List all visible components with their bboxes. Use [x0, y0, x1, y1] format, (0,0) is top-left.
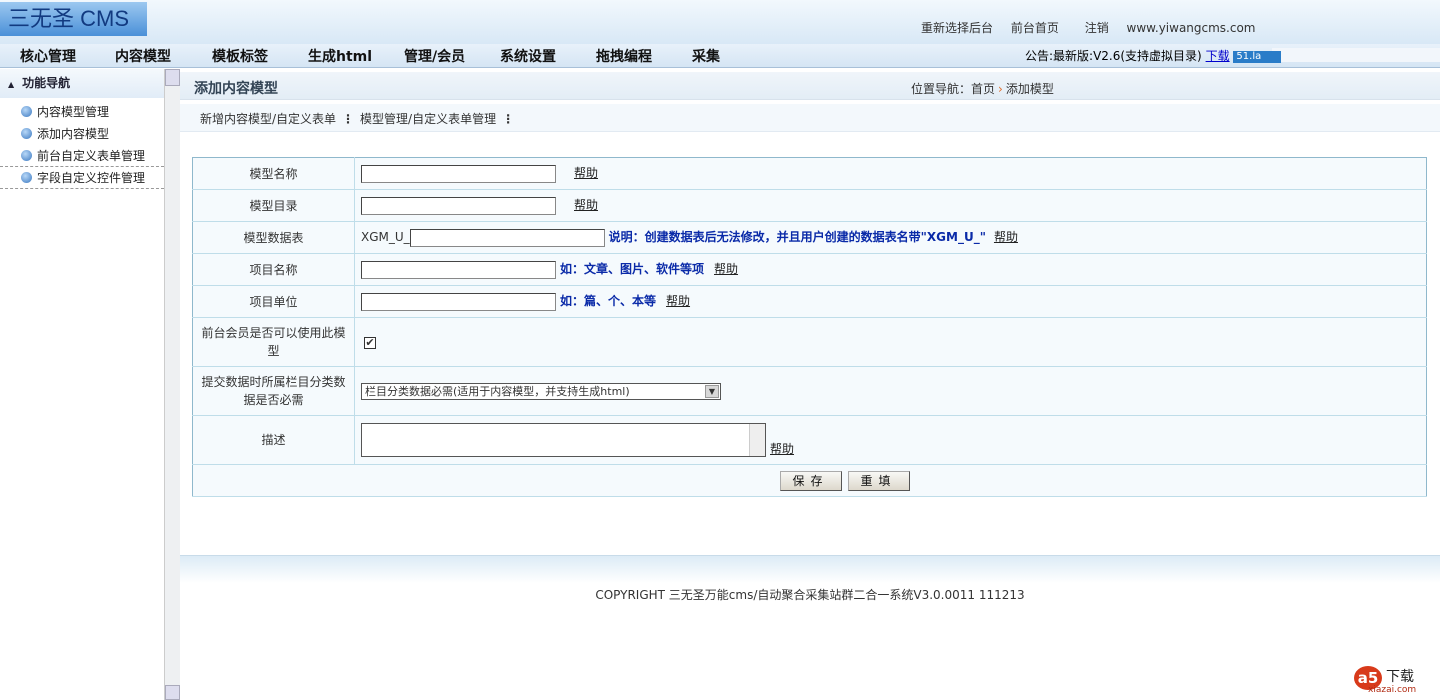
breadcrumb: 位置导航：首页 › 添加模型 [911, 82, 1054, 96]
form-actions: 保存 重填 [192, 464, 1427, 497]
site-link[interactable]: www.yiwangcms.com [1127, 21, 1256, 35]
item-name-input[interactable] [361, 260, 556, 279]
sidebar-item-add-model[interactable]: 添加内容模型 [0, 123, 164, 145]
save-button[interactable]: 保存 [779, 470, 842, 491]
member-use-checkbox[interactable]: ✔ [364, 337, 376, 349]
sidebar-header[interactable]: ▲ 功能导航 [0, 69, 164, 98]
description-textarea[interactable] [361, 422, 766, 457]
help-link[interactable]: 帮助 [994, 230, 1018, 244]
chevron-right-icon: › [998, 82, 1003, 96]
textarea-scrollbar[interactable] [749, 423, 765, 456]
main-nav: 核心管理 内容模型 模板标签 生成html 管理/会员 系统设置 拖拽编程 采集… [0, 44, 1440, 68]
help-link[interactable]: 帮助 [574, 198, 598, 212]
nav-generate-html[interactable]: 生成html [308, 46, 372, 66]
sub-nav: 新增内容模型/自定义表单 ⋮ 模型管理/自定义表单管理 ⋮ [180, 104, 1440, 132]
model-name-input[interactable] [361, 164, 556, 183]
logout-link[interactable]: 注销 [1085, 21, 1109, 35]
help-link[interactable]: 帮助 [666, 294, 690, 308]
category-required-select[interactable]: 栏目分类数据必需(适用于内容模型，并支持生成html) ▼ [361, 382, 721, 400]
nav-manage-members[interactable]: 管理/会员 [404, 46, 465, 66]
frontend-home-link[interactable]: 前台首页 [1011, 21, 1059, 35]
sidebar: ▲ 功能导航 内容模型管理 添加内容模型 前台自定义表单管理 字段自定义控件管理 [0, 69, 164, 700]
switch-backend-link[interactable]: 重新选择后台 [921, 21, 993, 35]
stats-badge[interactable]: 51.la [1233, 50, 1282, 63]
nav-content-model[interactable]: 内容模型 [115, 46, 171, 66]
top-links: 重新选择后台 前台首页 注销 www.yiwangcms.com [921, 19, 1270, 36]
bullet-icon [21, 150, 32, 161]
dropdown-arrow-icon: ▼ [705, 384, 719, 398]
scroll-up-button[interactable] [165, 69, 180, 86]
subnav-model-manage[interactable]: 模型管理/自定义表单管理 [360, 112, 496, 126]
form-row: 项目单位 如：篇、个、本等 帮助 [192, 285, 1427, 318]
page-header: 添加内容模型 位置导航：首页 › 添加模型 [180, 72, 1440, 100]
logo: 三无圣 CMS [0, 2, 147, 36]
breadcrumb-home[interactable]: 首页 [971, 82, 995, 96]
reset-button[interactable]: 重填 [847, 470, 910, 491]
bullet-icon [21, 128, 32, 139]
form-row: 前台会员是否可以使用此模型 ✔ [192, 317, 1427, 367]
subnav-add-model[interactable]: 新增内容模型/自定义表单 [200, 112, 336, 126]
help-link[interactable]: 帮助 [714, 262, 738, 276]
form-row: 提交数据时所属栏目分类数据是否必需 栏目分类数据必需(适用于内容模型，并支持生成h… [192, 366, 1427, 416]
sidebar-item-field-control[interactable]: 字段自定义控件管理 [0, 167, 164, 189]
help-link[interactable]: 帮助 [574, 166, 598, 180]
bullet-icon [21, 172, 32, 183]
notice: 公告:最新版:V2.6(支持虚拟目录) 下载 51.la [1025, 47, 1282, 64]
nav-settings[interactable]: 系统设置 [500, 46, 556, 66]
model-dir-input[interactable] [361, 196, 556, 215]
item-unit-input[interactable] [361, 292, 556, 311]
model-table-input[interactable] [409, 228, 605, 247]
triangle-up-icon: ▲ [8, 80, 15, 89]
bullet-icon [21, 106, 32, 117]
form-row: 模型数据表 XGM_U_ 说明：创建数据表后无法修改，并且用户创建的数据表名带"XG… [192, 221, 1427, 254]
watermark-logo: a5 下载 xiazai.com [1354, 664, 1434, 696]
nav-template-tags[interactable]: 模板标签 [212, 46, 268, 66]
nav-collect[interactable]: 采集 [692, 46, 720, 66]
download-link[interactable]: 下载 [1206, 49, 1230, 63]
sidebar-item-custom-form[interactable]: 前台自定义表单管理 [0, 145, 164, 167]
nav-drag-programming[interactable]: 拖拽编程 [596, 46, 652, 66]
form-row: 描述 帮助 [192, 415, 1427, 465]
add-model-form: 模型名称 帮助 模型目录 帮助 模型数据表 XGM_U_ 说明：创建数据表后无法修改，并… [192, 157, 1427, 497]
form-row: 模型名称 帮助 [192, 157, 1427, 190]
help-link[interactable]: 帮助 [770, 442, 794, 456]
copyright: COPYRIGHT 三无圣万能cms/自动聚合采集站群二合一系统V3.0.001… [595, 588, 1025, 602]
footer-band [180, 555, 1440, 583]
sidebar-scrollbar[interactable] [164, 69, 180, 700]
page-title: 添加内容模型 [194, 81, 278, 97]
nav-core[interactable]: 核心管理 [20, 46, 76, 66]
form-row: 模型目录 帮助 [192, 189, 1427, 222]
sidebar-item-model-manage[interactable]: 内容模型管理 [0, 101, 164, 123]
form-row: 项目名称 如：文章、图片、软件等项 帮助 [192, 253, 1427, 286]
header: 三无圣 CMS 重新选择后台 前台首页 注销 www.yiwangcms.com [0, 0, 1440, 44]
scroll-down-button[interactable] [165, 685, 180, 700]
